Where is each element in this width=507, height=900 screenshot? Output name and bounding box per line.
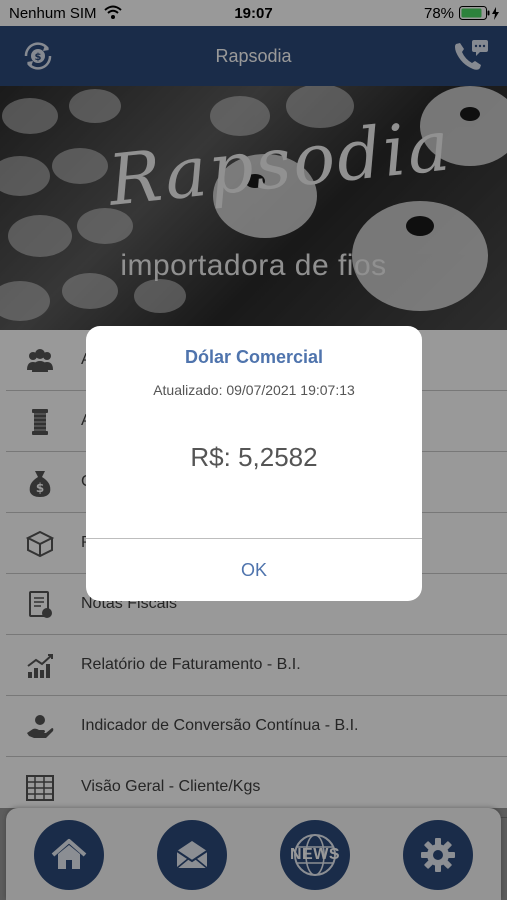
tab-bar-dim [0, 808, 507, 900]
alert-updated-timestamp: Atualizado: 09/07/2021 19:07:13 [153, 382, 355, 398]
exchange-rate-value: R$: 5,2582 [190, 442, 318, 472]
ok-button[interactable]: OK [86, 539, 422, 601]
alert-title: Dólar Comercial [184, 347, 324, 367]
exchange-rate-alert: Dólar Comercial Atualizado: 09/07/2021 1… [86, 326, 422, 601]
